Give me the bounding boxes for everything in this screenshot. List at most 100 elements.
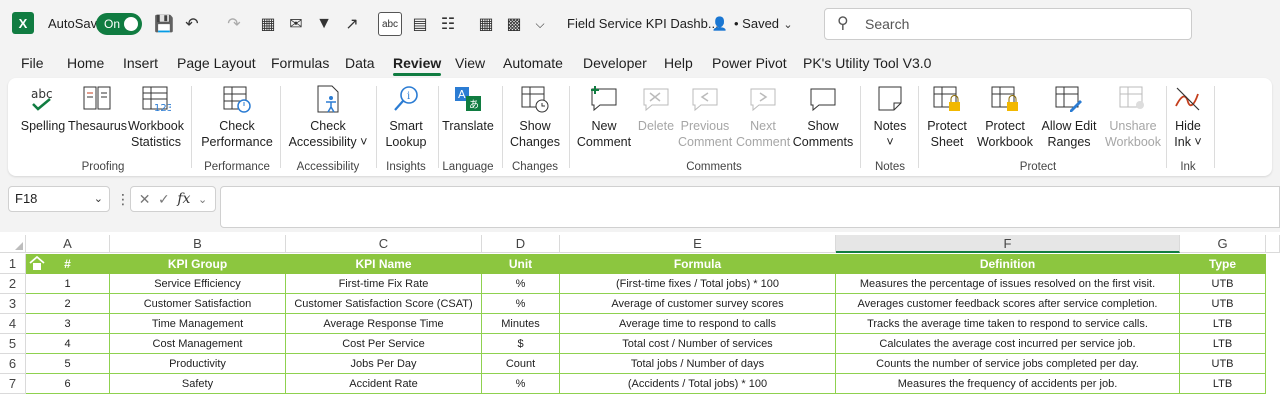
cell-definition[interactable]: Measures the frequency of accidents per … [836, 374, 1180, 394]
check-performance-button[interactable]: Check Performance [200, 84, 274, 150]
tab-data[interactable]: Data [345, 55, 375, 71]
formula-input[interactable] [220, 186, 1280, 228]
tab-insert[interactable]: Insert [123, 55, 158, 71]
enter-icon[interactable]: ✓ [158, 191, 170, 208]
next-comment-button[interactable]: Next Comment [736, 84, 790, 150]
cell-unit[interactable]: Minutes [482, 314, 560, 334]
tab-view[interactable]: View [455, 55, 485, 71]
protect-workbook-button[interactable]: Protect Workbook [974, 84, 1036, 150]
select-all-button[interactable] [0, 235, 26, 253]
allow-edit-ranges-button[interactable]: Allow Edit Ranges [1038, 84, 1100, 150]
previous-comment-button[interactable]: Previous Comment [678, 84, 732, 150]
cell-number[interactable]: 6 [26, 374, 110, 394]
redo-icon[interactable]: ↷ [222, 12, 246, 36]
chevron-down-icon[interactable]: ⌄ [94, 187, 103, 211]
cell-kpi-group[interactable]: Customer Satisfaction [110, 294, 286, 314]
chevron-down-icon[interactable]: ⌄ [198, 193, 207, 206]
cell-formula[interactable]: Total cost / Number of services [560, 334, 836, 354]
row-header-6[interactable]: 6 [0, 354, 26, 374]
name-box[interactable]: F18 ⌄ [8, 186, 110, 212]
email-icon[interactable]: ✉ [284, 12, 308, 36]
coauthor-icon[interactable]: 👤 [708, 12, 732, 36]
column-header-g[interactable]: G [1180, 235, 1266, 253]
tab-page-layout[interactable]: Page Layout [177, 55, 256, 71]
workbook-statistics-button[interactable]: 123 Workbook Statistics [126, 84, 186, 150]
column-header-h[interactable] [1266, 235, 1280, 253]
cell-definition[interactable]: Calculates the average cost incurred per… [836, 334, 1180, 354]
cell-formula[interactable]: Average of customer survey scores [560, 294, 836, 314]
cell-kpi-name[interactable]: First-time Fix Rate [286, 274, 482, 294]
cell-kpi-name[interactable]: Accident Rate [286, 374, 482, 394]
thesaurus-button[interactable]: Thesaurus [68, 84, 127, 134]
cell-kpi-group[interactable]: Cost Management [110, 334, 286, 354]
form-icon[interactable]: ▤ [408, 12, 432, 36]
autosave-toggle[interactable]: On [96, 13, 142, 35]
cell-definition[interactable]: Tracks the average time taken to respond… [836, 314, 1180, 334]
check-accessibility-button[interactable]: Check Accessibility ˅ [286, 84, 370, 150]
saved-status[interactable]: • Saved [734, 16, 779, 31]
column-header-f[interactable]: F [836, 235, 1180, 253]
cell-unit[interactable]: % [482, 294, 560, 314]
column-header-b[interactable]: B [110, 235, 286, 253]
cell-type[interactable]: UTB [1180, 294, 1266, 314]
cell-kpi-name[interactable]: Cost Per Service [286, 334, 482, 354]
tab-power-pivot[interactable]: Power Pivot [712, 55, 787, 71]
calculator2-icon[interactable]: ▦ [474, 12, 498, 36]
document-title[interactable]: Field Service KPI Dashb... [567, 16, 719, 31]
translate-button[interactable]: Aあ Translate [442, 84, 494, 134]
cell-formula[interactable]: Total jobs / Number of days [560, 354, 836, 374]
column-header-d[interactable]: D [482, 235, 560, 253]
insert-function-icon[interactable]: fx [177, 191, 190, 207]
header-cell-definition[interactable]: Definition [836, 254, 1180, 274]
cell-unit[interactable]: % [482, 374, 560, 394]
header-cell-kpi-group[interactable]: KPI Group [110, 254, 286, 274]
undo-icon[interactable]: ↶ [180, 12, 204, 36]
header-cell-kpi-name[interactable]: KPI Name [286, 254, 482, 274]
tab-developer[interactable]: Developer [583, 55, 647, 71]
more-options-icon[interactable]: ⋮ [116, 191, 130, 208]
cell-formula[interactable]: (Accidents / Total jobs) * 100 [560, 374, 836, 394]
cell-definition[interactable]: Counts the number of service jobs comple… [836, 354, 1180, 374]
cell-number[interactable]: 5 [26, 354, 110, 374]
spelling-qa-icon[interactable]: abc [378, 12, 402, 36]
cell-type[interactable]: UTB [1180, 274, 1266, 294]
spelling-button[interactable]: abc Spelling [20, 84, 66, 134]
home-icon[interactable] [28, 255, 46, 271]
cell-definition[interactable]: Averages customer feedback scores after … [836, 294, 1180, 314]
row-header-5[interactable]: 5 [0, 334, 26, 354]
cell-formula[interactable]: (First-time fixes / Total jobs) * 100 [560, 274, 836, 294]
row-header-1[interactable]: 1 [0, 254, 26, 274]
cell-type[interactable]: LTB [1180, 314, 1266, 334]
search-input[interactable]: ⚲ Search [824, 8, 1192, 40]
cell-number[interactable]: 3 [26, 314, 110, 334]
cell-unit[interactable]: Count [482, 354, 560, 374]
row-header-7[interactable]: 7 [0, 374, 26, 394]
cell-number[interactable]: 1 [26, 274, 110, 294]
cell-kpi-name[interactable]: Average Response Time [286, 314, 482, 334]
cell-type[interactable]: UTB [1180, 354, 1266, 374]
tab-home[interactable]: Home [67, 55, 104, 71]
header-cell-formula[interactable]: Formula [560, 254, 836, 274]
tab-help[interactable]: Help [664, 55, 693, 71]
row-header-4[interactable]: 4 [0, 314, 26, 334]
cell-kpi-group[interactable]: Service Efficiency [110, 274, 286, 294]
cell-number[interactable]: 2 [26, 294, 110, 314]
row-header-2[interactable]: 2 [0, 274, 26, 294]
cell-kpi-name[interactable]: Customer Satisfaction Score (CSAT) [286, 294, 482, 314]
borders-icon[interactable]: ▦ [256, 12, 280, 36]
cell-unit[interactable]: % [482, 274, 560, 294]
column-header-c[interactable]: C [286, 235, 482, 253]
save-icon[interactable]: 💾 [152, 12, 176, 36]
cell-unit[interactable]: $ [482, 334, 560, 354]
header-cell-type[interactable]: Type [1180, 254, 1266, 274]
cell-kpi-group[interactable]: Safety [110, 374, 286, 394]
hide-ink-button[interactable]: Hide Ink ˅ [1170, 84, 1206, 150]
show-comments-button[interactable]: Show Comments [792, 84, 854, 150]
column-header-a[interactable]: A [26, 235, 110, 253]
cell-type[interactable]: LTB [1180, 374, 1266, 394]
cell-definition[interactable]: Measures the percentage of issues resolv… [836, 274, 1180, 294]
protect-sheet-button[interactable]: Protect Sheet [922, 84, 972, 150]
tab-formulas[interactable]: Formulas [271, 55, 329, 71]
unshare-workbook-button[interactable]: Unshare Workbook [1102, 84, 1164, 150]
smart-lookup-button[interactable]: i Smart Lookup [382, 84, 430, 150]
